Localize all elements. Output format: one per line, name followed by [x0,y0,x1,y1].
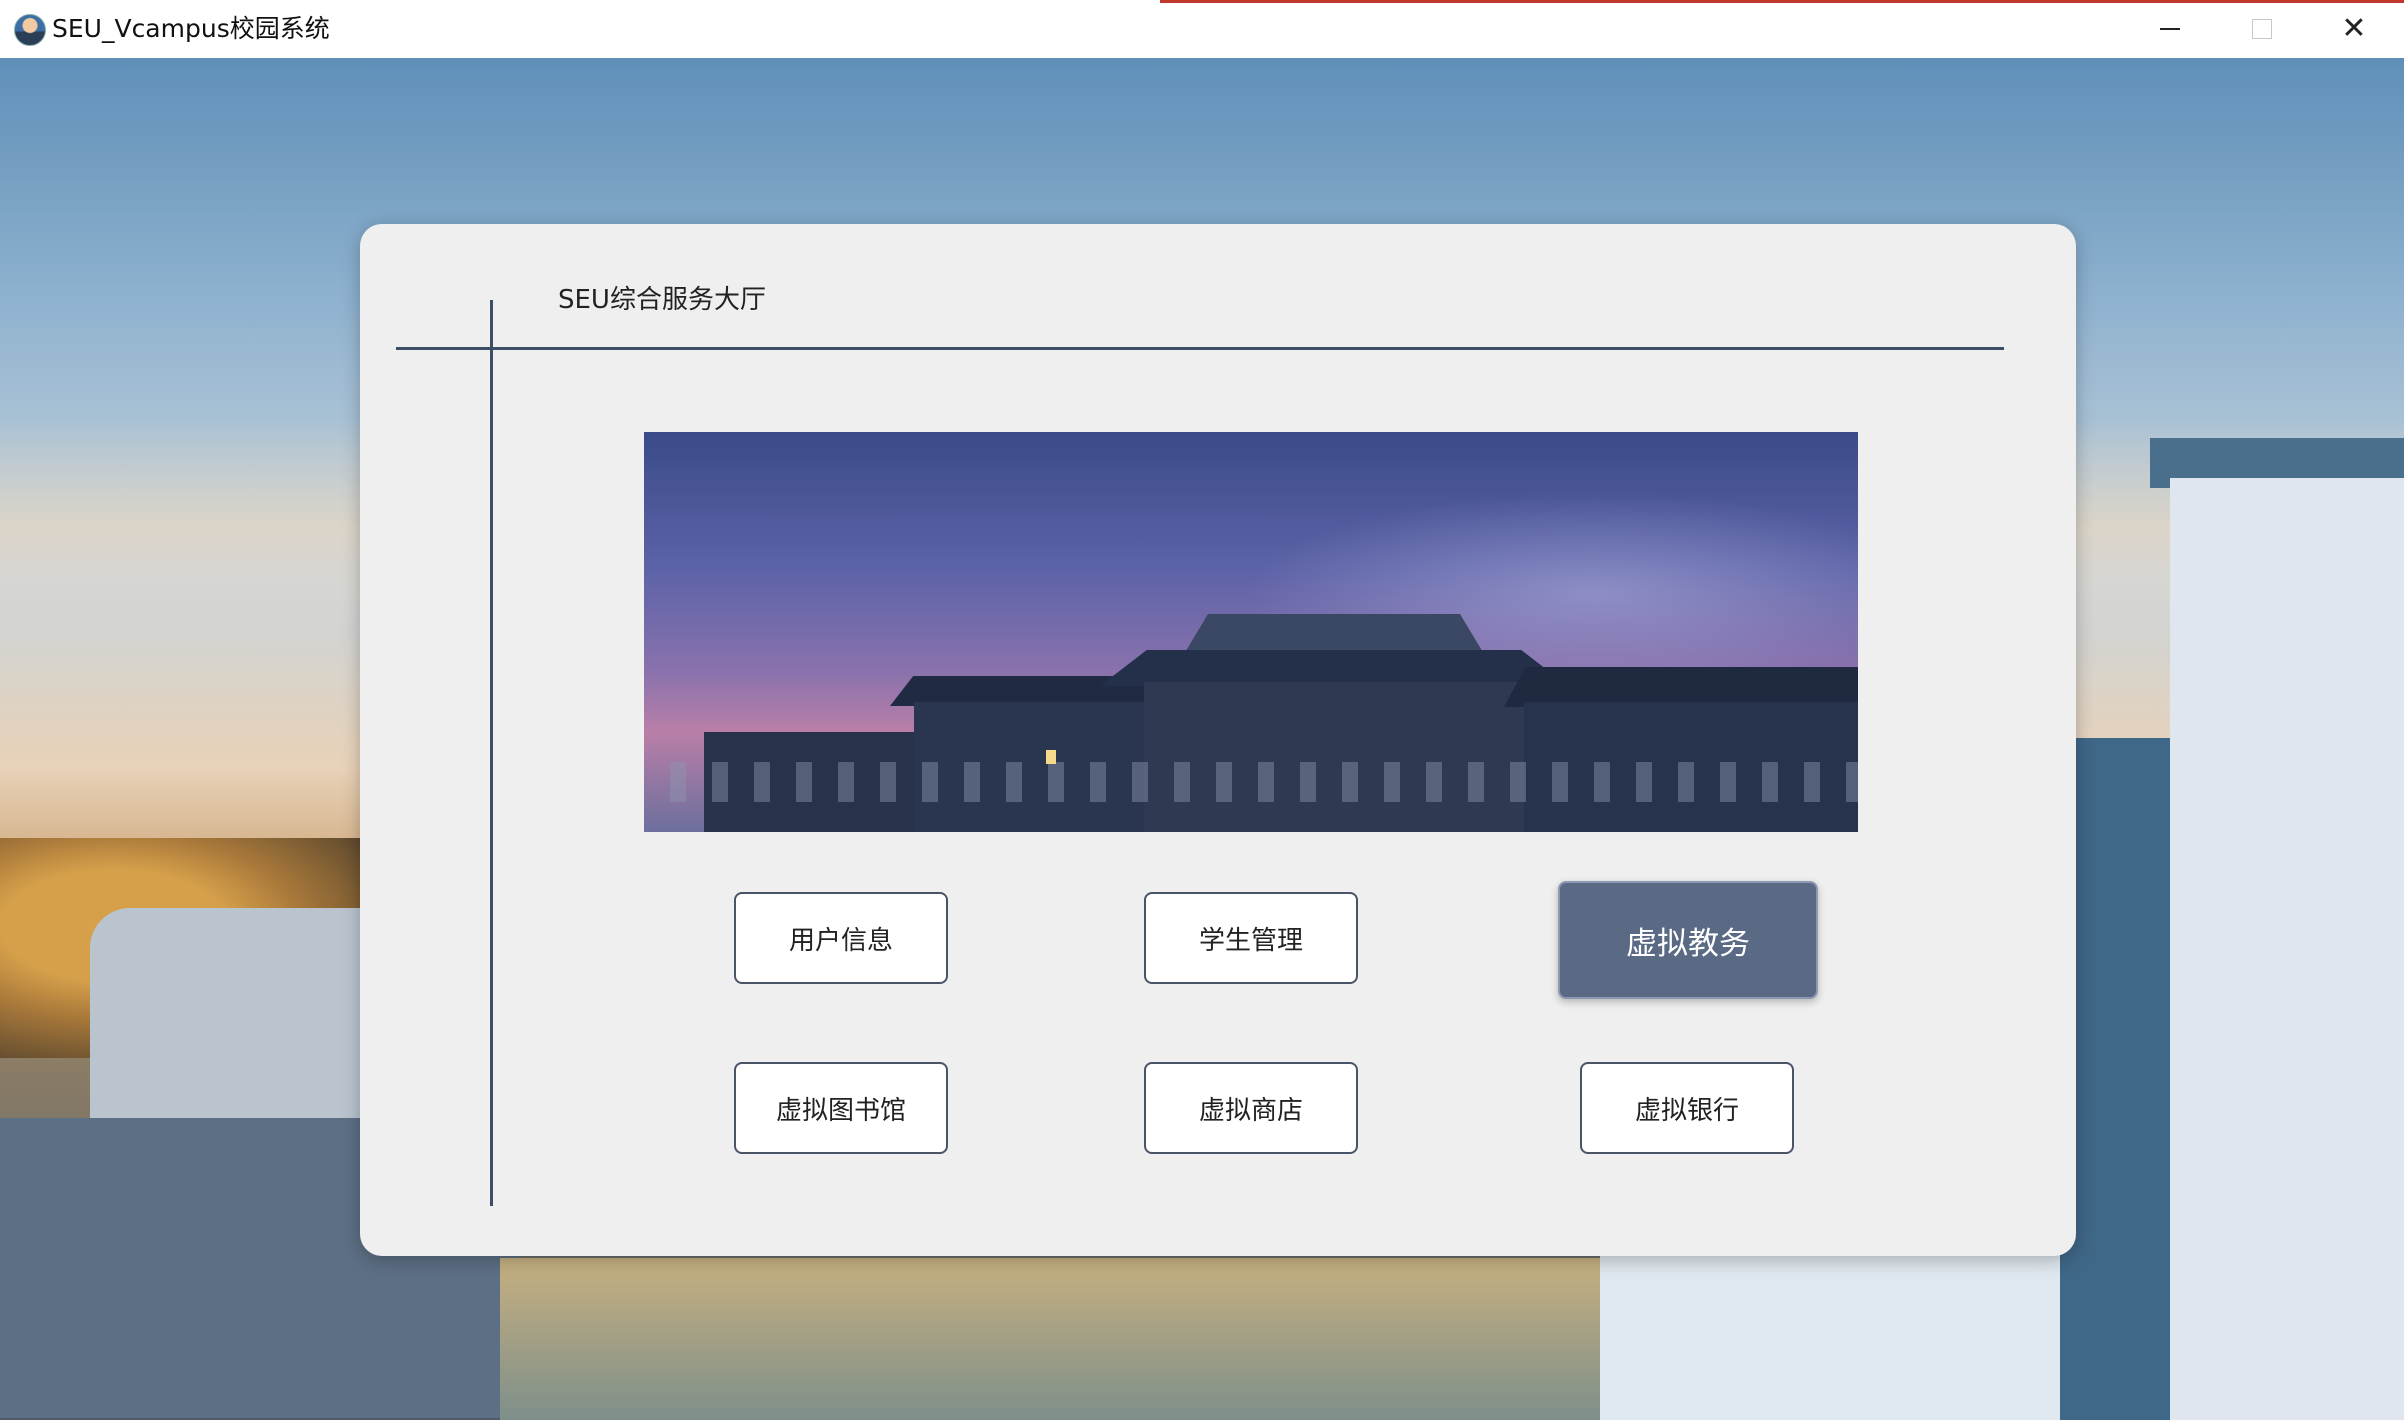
close-icon: ✕ [2341,11,2367,46]
vertical-divider [490,300,493,1206]
campus-banner-image [644,432,1858,832]
window-titlebar: SEU_Vcampus校园系统 ✕ [0,0,2404,59]
virtual-bank-button[interactable]: 虚拟银行 [1580,1062,1794,1154]
virtual-academic-button[interactable]: 虚拟教务 [1558,881,1818,999]
student-management-button[interactable]: 学生管理 [1144,892,1358,984]
virtual-library-button[interactable]: 虚拟图书馆 [734,1062,948,1154]
virtual-shop-button[interactable]: 虚拟商店 [1144,1062,1358,1154]
window-title: SEU_Vcampus校园系统 [52,14,330,43]
user-avatar-icon [14,14,46,46]
minimize-icon [2160,28,2180,30]
maximize-icon [2252,19,2272,39]
close-button[interactable]: ✕ [2308,0,2400,58]
horizontal-divider [396,347,2004,350]
user-info-button[interactable]: 用户信息 [734,892,948,984]
page-title: SEU综合服务大厅 [558,285,766,315]
maximize-button[interactable] [2216,0,2308,58]
minimize-button[interactable] [2124,0,2216,58]
